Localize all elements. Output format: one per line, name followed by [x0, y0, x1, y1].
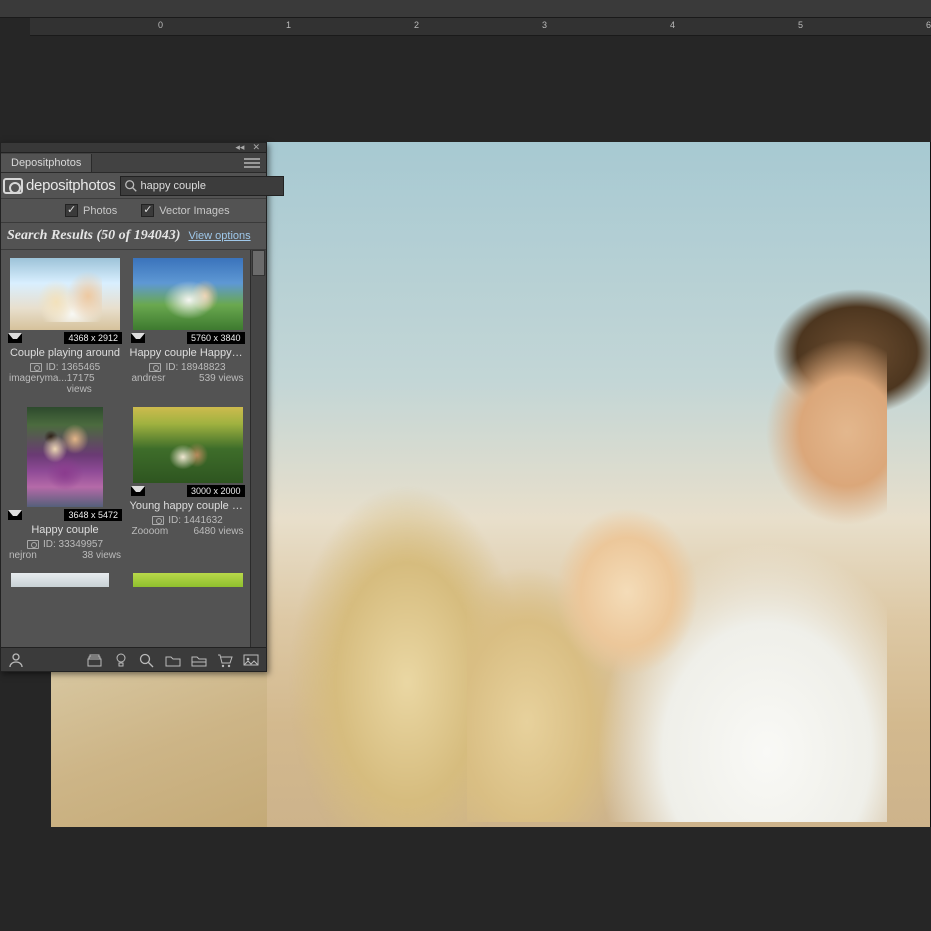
dropdown-icon[interactable] — [131, 486, 145, 496]
folder-icon[interactable] — [164, 652, 182, 668]
camera-icon — [27, 540, 39, 549]
result-author: Zoooom — [132, 526, 169, 537]
camera-icon — [152, 516, 164, 525]
result-author: imageryma... — [9, 373, 67, 395]
user-icon[interactable] — [7, 652, 25, 668]
result-id: ID: 1441632 — [168, 515, 223, 526]
checkbox-checked-icon — [141, 204, 154, 217]
result-thumbnail[interactable] — [133, 258, 243, 330]
result-id: ID: 33349957 — [43, 539, 103, 550]
image-dimensions-badge: 3648 x 5472 — [64, 509, 122, 521]
search-icon — [124, 179, 138, 193]
result-views: 539 views — [199, 373, 243, 384]
image-icon[interactable] — [242, 652, 260, 668]
horizontal-ruler: 0 1 2 3 4 5 6 — [30, 18, 931, 36]
app-top-bar — [0, 0, 931, 18]
result-title: Couple playing around — [5, 344, 125, 362]
result-card[interactable]: 3000 x 2000 Young happy couple ou... ID:… — [128, 403, 248, 569]
result-author: nejron — [9, 550, 37, 561]
photos-checkbox[interactable]: Photos — [65, 204, 117, 217]
ruler-tick-label: 3 — [542, 20, 547, 30]
result-card[interactable]: 3648 x 5472 Happy couple ID: 33349957 ne… — [5, 403, 125, 569]
panel-menu-icon[interactable] — [244, 158, 260, 168]
dropdown-icon[interactable] — [8, 510, 22, 520]
dropdown-icon[interactable] — [8, 333, 22, 343]
result-views: 38 views — [82, 550, 121, 561]
result-card[interactable] — [5, 569, 125, 595]
photos-checkbox-label: Photos — [83, 205, 117, 217]
folder-stack-icon[interactable] — [86, 652, 104, 668]
checkbox-checked-icon — [65, 204, 78, 217]
result-card[interactable] — [128, 569, 248, 595]
camera-icon — [30, 363, 42, 372]
scrollbar-thumb[interactable] — [252, 250, 265, 276]
canvas-image-content — [287, 462, 587, 827]
vector-images-checkbox[interactable]: Vector Images — [141, 204, 229, 217]
folder-icon[interactable] — [190, 652, 208, 668]
view-options-link[interactable]: View options — [188, 230, 250, 242]
cart-icon[interactable] — [216, 652, 234, 668]
panel-footer-toolbar — [1, 647, 266, 671]
image-dimensions-badge: 5760 x 3840 — [187, 332, 245, 344]
depositphotos-logo: depositphotos — [3, 177, 116, 194]
result-views: 6480 views — [193, 526, 243, 537]
panel-window-controls: ◂◂ ✕ — [1, 143, 266, 153]
ruler-tick-label: 2 — [414, 20, 419, 30]
image-dimensions-badge: 4368 x 2912 — [64, 332, 122, 344]
canvas-image-content — [747, 282, 931, 452]
result-thumbnail[interactable] — [27, 407, 103, 507]
panel-tab-bar: Depositphotos — [1, 153, 266, 173]
result-views: 17175 views — [67, 373, 121, 395]
document-canvas[interactable] — [267, 142, 931, 827]
lightbulb-icon[interactable] — [112, 652, 130, 668]
results-scrollbar[interactable] — [250, 250, 266, 647]
camera-icon — [3, 178, 23, 194]
result-id: ID: 18948823 — [165, 362, 225, 373]
results-body: 4368 x 2912 Couple playing around ID: 13… — [1, 250, 266, 647]
result-thumbnail[interactable] — [10, 258, 120, 330]
result-card[interactable]: 4368 x 2912 Couple playing around ID: 13… — [5, 254, 125, 403]
collapse-icon[interactable]: ◂◂ — [235, 142, 244, 153]
result-title: Young happy couple ou... — [128, 497, 248, 515]
results-count-label: Search Results (50 of 194043) — [7, 228, 180, 244]
logo-search-row: depositphotos — [1, 173, 266, 199]
panel-tab-depositphotos[interactable]: Depositphotos — [1, 154, 92, 172]
ruler-tick-label: 6 — [926, 20, 931, 30]
ruler-tick-label: 0 — [158, 20, 163, 30]
result-id: ID: 1365465 — [46, 362, 101, 373]
ruler-tick-label: 4 — [670, 20, 675, 30]
result-author: andresr — [132, 373, 166, 384]
dropdown-icon[interactable] — [131, 333, 145, 343]
close-icon[interactable]: ✕ — [252, 142, 260, 153]
image-dimensions-badge: 3000 x 2000 — [187, 485, 245, 497]
filter-checkbox-row: Photos Vector Images — [1, 199, 266, 223]
depositphotos-panel: ◂◂ ✕ Depositphotos depositphotos Photos … — [0, 142, 267, 672]
canvas-image-partial — [51, 660, 267, 827]
ruler-tick-label: 1 — [286, 20, 291, 30]
result-title: Happy couple — [5, 521, 125, 539]
result-thumbnail[interactable] — [11, 573, 109, 587]
search-field-wrapper[interactable] — [120, 176, 284, 196]
logo-text: depositphotos — [26, 177, 116, 194]
result-card[interactable]: 5760 x 3840 Happy couple Happy co... ID:… — [128, 254, 248, 403]
magnifier-icon[interactable] — [138, 652, 156, 668]
results-grid[interactable]: 4368 x 2912 Couple playing around ID: 13… — [1, 250, 250, 647]
result-thumbnail[interactable] — [133, 407, 243, 483]
result-title: Happy couple Happy co... — [128, 344, 248, 362]
camera-icon — [149, 363, 161, 372]
ruler-tick-label: 5 — [798, 20, 803, 30]
results-header: Search Results (50 of 194043) View optio… — [1, 223, 266, 250]
search-input[interactable] — [141, 180, 283, 192]
result-thumbnail[interactable] — [133, 573, 243, 587]
vector-images-checkbox-label: Vector Images — [159, 205, 229, 217]
